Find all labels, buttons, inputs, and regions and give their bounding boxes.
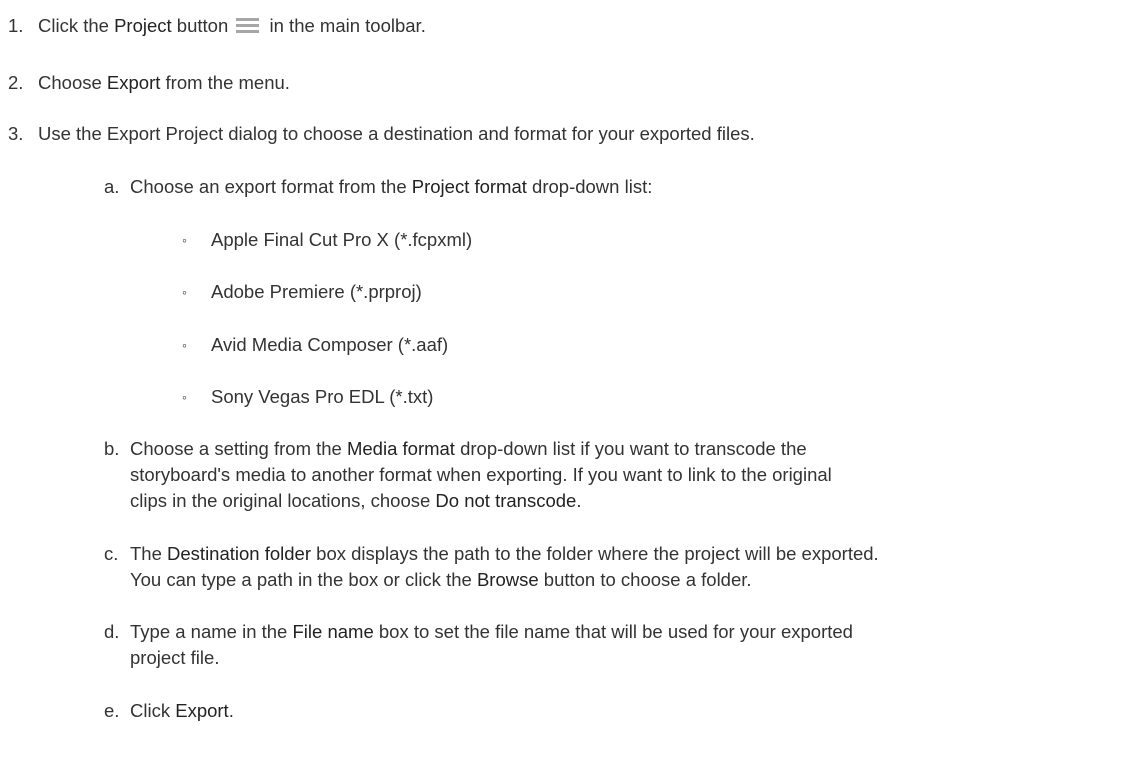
ui-term: Project format xyxy=(411,176,527,197)
ui-term: Destination folder xyxy=(167,543,312,564)
format-option-text: Adobe Premiere (*.prproj) xyxy=(211,281,422,302)
instructions-document: 1. Click the Project button in the main … xyxy=(0,0,1129,776)
step-number: 2. xyxy=(8,72,24,93)
substep-text: Click Export. xyxy=(130,700,234,721)
format-option-text: Apple Final Cut Pro X (*.fcpxml) xyxy=(211,229,473,250)
substep-letter: d. xyxy=(104,621,120,642)
ui-term: Do not transcode xyxy=(435,490,577,511)
bullet: ◦ xyxy=(182,389,187,405)
ui-term: File name xyxy=(292,621,374,642)
ui-term: Project xyxy=(114,15,172,36)
step-number: 3. xyxy=(8,123,24,144)
step-text: Use the Export Project dialog to choose … xyxy=(38,123,755,144)
ui-term: Browse xyxy=(476,569,539,590)
substep-letter: e. xyxy=(104,700,120,721)
bullet: ◦ xyxy=(182,284,187,300)
ui-term: Export xyxy=(175,700,229,721)
ui-term: Media format xyxy=(346,438,455,459)
menu-icon xyxy=(235,17,260,33)
substep-text: The Destination folder box displays the … xyxy=(130,543,879,590)
substep-text: Choose a setting from the Media format d… xyxy=(130,438,832,511)
step-text: Click the Project button in the main too… xyxy=(38,15,426,36)
substep-text: Choose an export format from the Project… xyxy=(130,176,653,197)
substep-letter: c. xyxy=(104,543,119,564)
substep-text: Type a name in the File name box to set … xyxy=(130,621,853,668)
substep-letter: b. xyxy=(104,438,120,459)
bullet: ◦ xyxy=(182,232,187,248)
ui-term: Export xyxy=(106,72,161,93)
bullet: ◦ xyxy=(182,337,187,353)
step-number: 1. xyxy=(8,15,24,36)
format-option-text: Avid Media Composer (*.aaf) xyxy=(211,334,449,355)
substep-letter: a. xyxy=(104,176,120,197)
format-option-text: Sony Vegas Pro EDL (*.txt) xyxy=(211,386,434,407)
step-text: Choose Export from the menu. xyxy=(38,72,290,93)
